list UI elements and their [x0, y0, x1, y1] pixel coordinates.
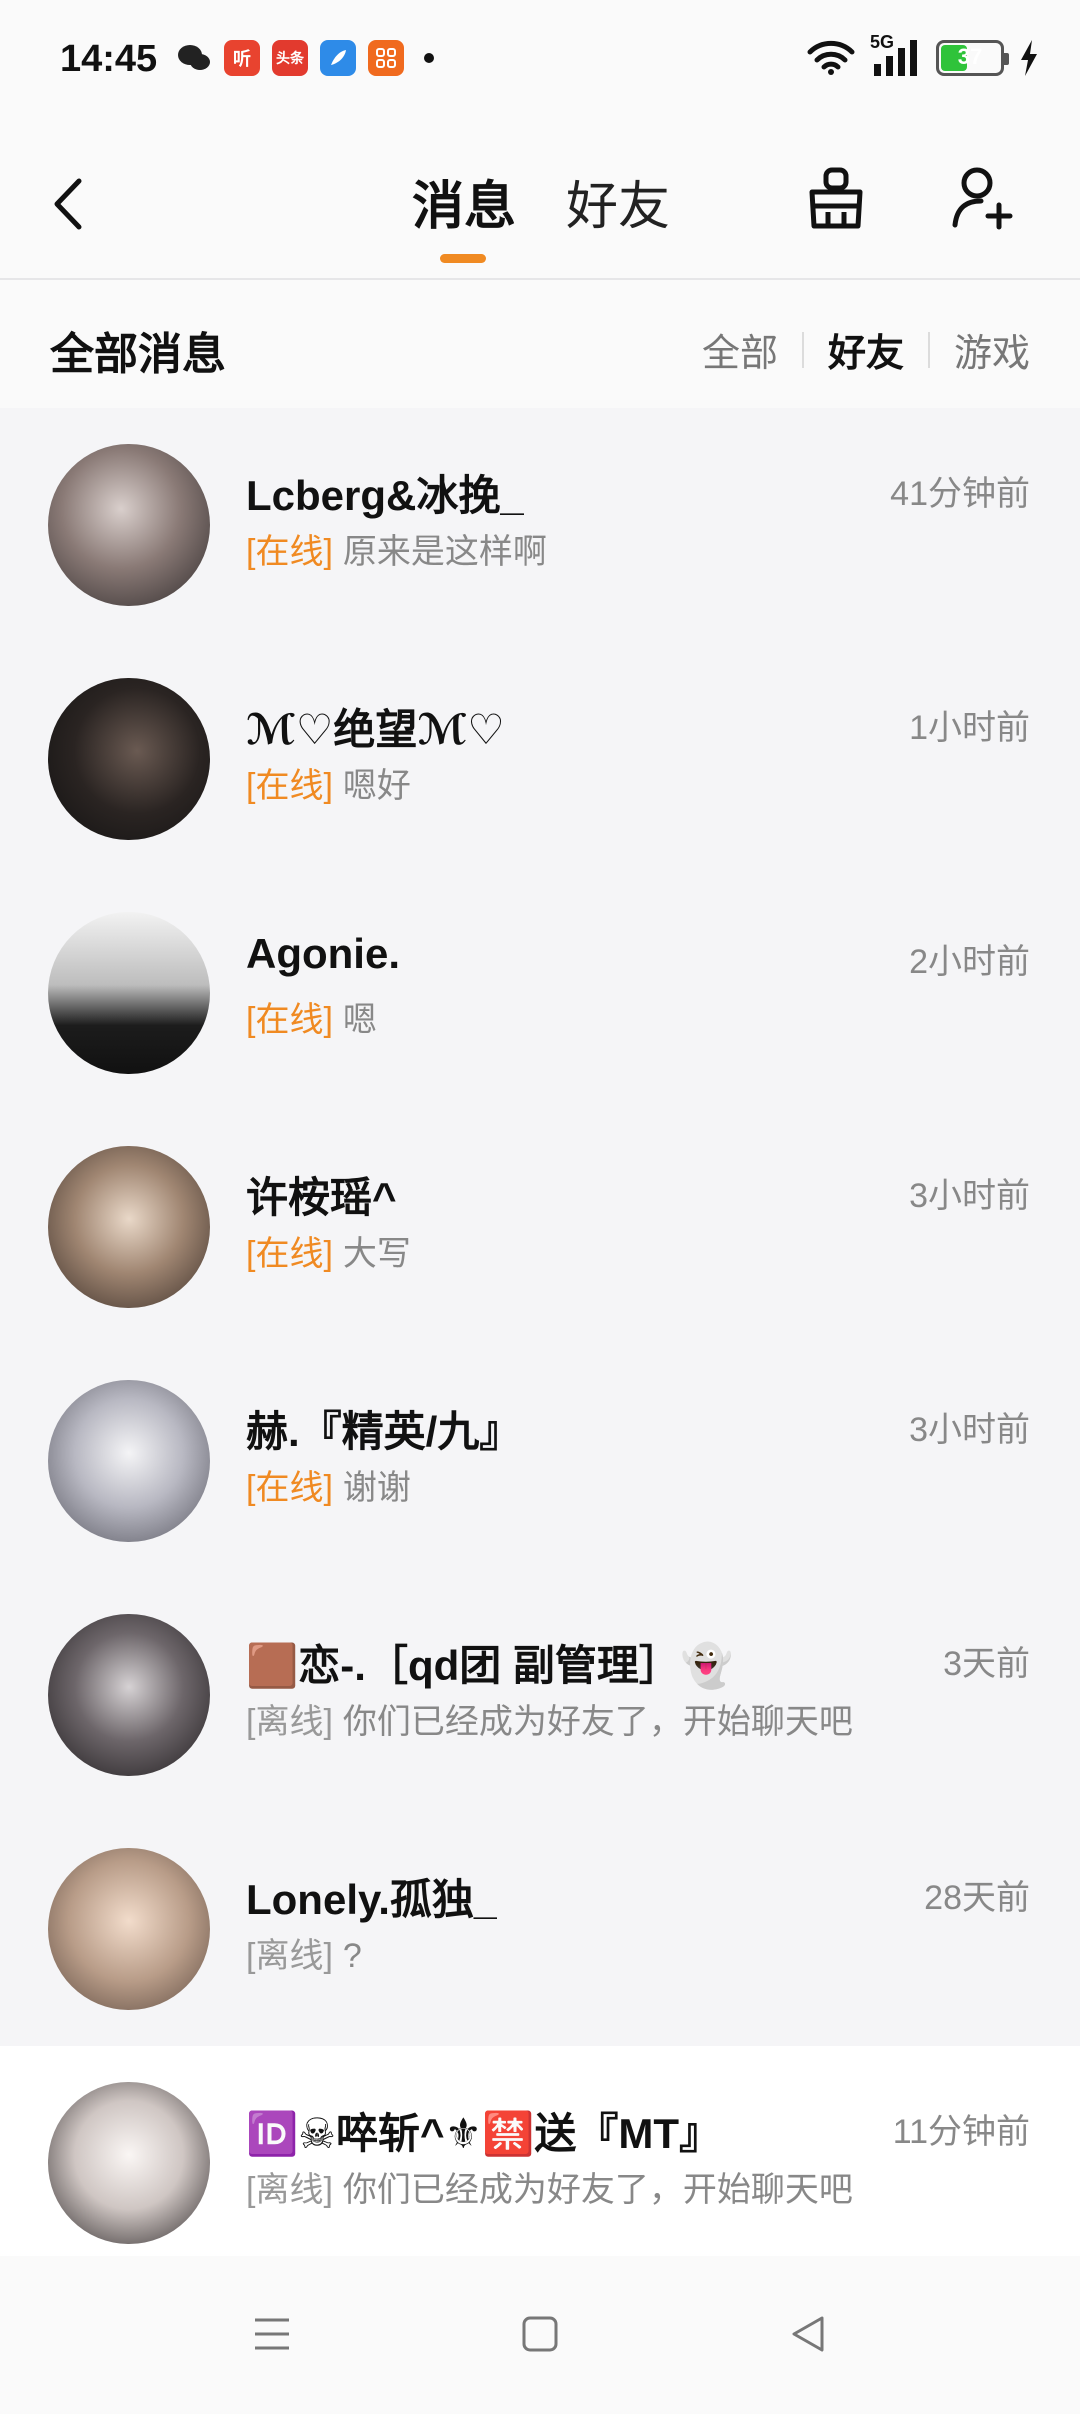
offline-status: [离线]	[246, 1937, 333, 1975]
status-time: 14:45	[60, 38, 158, 80]
message-text: ?	[342, 1937, 362, 1975]
square-icon	[522, 2316, 558, 2352]
charging-icon	[1021, 40, 1037, 76]
clear-unread-button[interactable]	[796, 158, 876, 238]
signal-5g: 5G	[870, 32, 922, 78]
conversation-row[interactable]: ℳ♡绝望ℳ♡ 1小时前 [在线] 嗯好	[0, 642, 1080, 876]
message-preview: [在线] 嗯好	[246, 758, 411, 807]
contact-name: 赫.『精英/九』	[246, 1408, 522, 1455]
conversation-list: Lcberg&冰挽_ 41分钟前 [在线] 原来是这样啊 ℳ♡绝望ℳ♡ 1小时前 …	[0, 408, 1080, 2280]
message-text: 你们已经成为好友了，开始聊天吧	[342, 1703, 853, 1741]
back-nav-button[interactable]	[778, 2304, 838, 2364]
conversation-row[interactable]: 许桉瑶^ 3小时前 [在线] 大写	[0, 1110, 1080, 1344]
filter-friends[interactable]: 好友	[804, 322, 928, 377]
triangle-back-icon	[792, 2316, 824, 2352]
message-time: 3天前	[943, 1645, 1030, 1683]
contact-name: 🆔☠啐斩^⚜🈲送『MT』	[246, 2110, 722, 2157]
toutiao-icon: 头条	[272, 40, 308, 76]
back-button[interactable]	[48, 164, 88, 244]
filter-tabs: 全部 好友 游戏	[678, 322, 1030, 377]
message-time: 3小时前	[909, 1177, 1030, 1215]
avatar	[48, 2082, 210, 2244]
contact-name: Lcberg&冰挽_	[246, 472, 524, 519]
notification-icons: 听 头条	[176, 40, 434, 76]
message-text: 你们已经成为好友了，开始聊天吧	[342, 2171, 853, 2209]
menu-icon	[255, 2318, 289, 2350]
avatar	[48, 678, 210, 840]
message-preview: [离线] 你们已经成为好友了，开始聊天吧	[246, 1694, 853, 1743]
avatar	[48, 1614, 210, 1776]
broom-icon	[809, 167, 863, 229]
message-time: 3小时前	[909, 1411, 1030, 1449]
active-tab-indicator	[440, 254, 486, 263]
message-text: 嗯	[342, 1001, 377, 1039]
avatar	[48, 912, 210, 1074]
conversation-row[interactable]: Agonie. 2小时前 [在线] 嗯	[0, 876, 1080, 1110]
message-time: 2小时前	[909, 943, 1030, 981]
message-text: 嗯好	[342, 767, 411, 805]
message-preview: [在线] 谢谢	[246, 1460, 411, 1509]
ting-icon: 听	[224, 40, 260, 76]
online-status: [在线]	[246, 533, 333, 571]
message-text: 谢谢	[342, 1469, 411, 1507]
offline-status: [离线]	[246, 2171, 333, 2209]
message-preview: [在线] 原来是这样啊	[246, 524, 547, 573]
system-navigation-bar	[0, 2256, 1080, 2414]
contact-name: Lonely.孤独_	[246, 1876, 498, 1923]
home-button[interactable]	[510, 2304, 570, 2364]
avatar	[48, 1380, 210, 1542]
conversation-row[interactable]: Lonely.孤独_ 28天前 [离线]?	[0, 1812, 1080, 2046]
signal-icon	[874, 40, 917, 76]
chevron-left-icon	[54, 178, 82, 230]
message-time: 28天前	[924, 1879, 1030, 1917]
message-preview: [在线] 嗯	[246, 992, 377, 1041]
online-status: [在线]	[246, 1001, 333, 1039]
avatar	[48, 444, 210, 606]
contact-name: ℳ♡绝望ℳ♡	[246, 706, 505, 753]
conversation-row[interactable]: 🟫恋-.［qd团 副管理］👻 3天前 [离线] 你们已经成为好友了，开始聊天吧	[0, 1578, 1080, 1812]
status-indicators: 5G 37	[806, 32, 1040, 78]
filter-games[interactable]: 游戏	[930, 322, 1030, 377]
add-friend-button[interactable]	[944, 158, 1024, 238]
conversation-row[interactable]: Lcberg&冰挽_ 41分钟前 [在线] 原来是这样啊	[0, 408, 1080, 642]
message-time: 11分钟前	[892, 2113, 1030, 2151]
status-bar: 14:45 听 头条 5G 37	[0, 0, 1080, 128]
message-text: 原来是这样啊	[342, 533, 547, 571]
conversation-row[interactable]: 赫.『精英/九』 3小时前 [在线] 谢谢	[0, 1344, 1080, 1578]
add-user-icon	[952, 167, 1013, 230]
message-preview: [离线] 你们已经成为好友了，开始聊天吧	[246, 2162, 853, 2211]
avatar	[48, 1146, 210, 1308]
tab-messages[interactable]: 消息	[412, 164, 516, 239]
filter-title: 全部消息	[50, 330, 226, 379]
online-status: [在线]	[246, 1235, 333, 1273]
online-status: [在线]	[246, 1469, 333, 1507]
battery-icon: 37	[936, 40, 1009, 76]
contact-name: 许桉瑶^	[246, 1174, 397, 1221]
message-filter-bar: 全部消息 全部 好友 游戏	[0, 280, 1080, 408]
top-header: 消息 好友	[0, 128, 1080, 280]
recent-apps-button[interactable]	[242, 2304, 302, 2364]
contact-name: Agonie.	[246, 930, 400, 977]
message-text: 大写	[342, 1235, 411, 1273]
grid-app-icon	[368, 40, 404, 76]
avatar	[48, 1848, 210, 2010]
message-preview: [在线] 大写	[246, 1226, 411, 1275]
offline-status: [离线]	[246, 1703, 333, 1741]
filter-all[interactable]: 全部	[678, 322, 802, 377]
message-time: 41分钟前	[890, 475, 1030, 513]
feather-icon	[320, 40, 356, 76]
conversation-row[interactable]: 🆔☠啐斩^⚜🈲送『MT』 11分钟前 [离线] 你们已经成为好友了，开始聊天吧	[0, 2046, 1080, 2280]
contact-name: 🟫恋-.［qd团 副管理］👻	[246, 1642, 734, 1689]
more-notifications-dot	[424, 53, 434, 63]
message-time: 1小时前	[909, 709, 1030, 747]
wechat-icon	[176, 40, 212, 76]
online-status: [在线]	[246, 767, 333, 805]
battery-percent: 37	[957, 44, 983, 69]
tab-friends[interactable]: 好友	[566, 164, 670, 239]
wifi-icon	[807, 40, 855, 75]
message-preview: [离线]?	[246, 1928, 362, 1977]
